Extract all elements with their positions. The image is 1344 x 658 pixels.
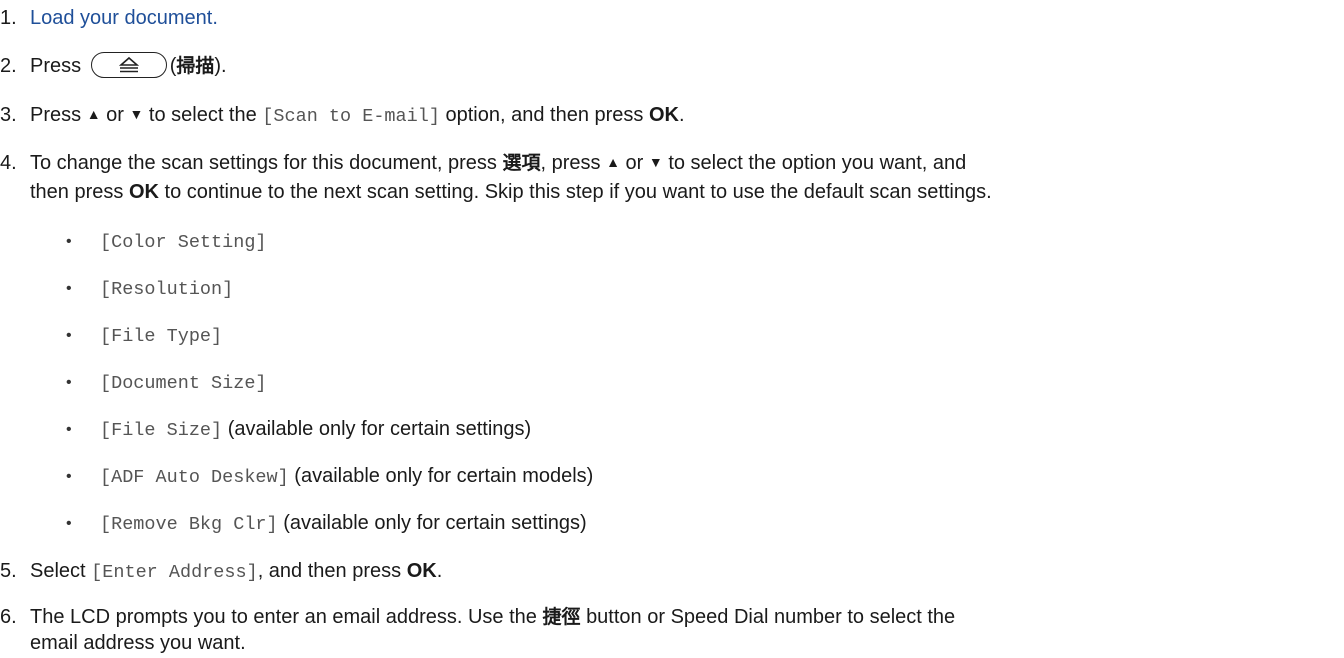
setting-code: [File Type] — [100, 326, 223, 347]
step-text: then press — [30, 181, 124, 203]
step-3: 3. Press ▲ or ▼ to select the [Scan to E-… — [0, 100, 685, 131]
options-label: 選項 — [502, 152, 541, 174]
scan-label: 掃描 — [176, 55, 215, 77]
down-arrow-icon: ▼ — [129, 106, 144, 122]
bullet-icon: • — [66, 515, 72, 532]
step-text: To change the scan settings for this doc… — [30, 152, 497, 174]
setting-note: (available only for certain settings) — [283, 512, 587, 534]
shortcut-label: 捷徑 — [542, 606, 581, 628]
bullet-item: • [Color Setting] — [66, 227, 267, 257]
step-text: , press — [540, 152, 601, 174]
enter-address-option: [Enter Address] — [91, 562, 258, 583]
ok-label: OK — [128, 181, 159, 203]
bullet-icon: • — [66, 280, 72, 297]
bullet-item: • [Remove Bkg Clr] (available only for ce… — [66, 509, 587, 539]
step-text: to select the — [148, 104, 257, 126]
setting-code: [Document Size] — [100, 373, 267, 394]
ok-label: OK — [406, 560, 437, 582]
setting-code: [Resolution] — [100, 279, 234, 300]
step-6: 6. The LCD prompts you to enter an email … — [0, 603, 955, 632]
step-text: Select — [30, 560, 86, 582]
bullet-icon: • — [66, 421, 72, 438]
step-5: 5. Select [Enter Address], and then press… — [0, 557, 442, 587]
step-text: or — [625, 152, 644, 174]
step-number: 3. — [0, 104, 17, 126]
scan-to-email-option: [Scan to E-mail] — [262, 106, 440, 127]
bullet-item: • [ADF Auto Deskew] (available only for c… — [66, 462, 593, 492]
step-number: 5. — [0, 560, 17, 582]
step-1: 1. Load your document. — [0, 4, 218, 33]
step-2: 2. Press (掃描). — [0, 52, 227, 81]
instructions-page: 1. Load your document. 2. Press (掃描). 3. Pr… — [0, 0, 1344, 657]
step-number: 2. — [0, 55, 17, 77]
step-number: 6. — [0, 606, 17, 628]
load-document-link[interactable]: Load your document. — [30, 7, 218, 29]
paren-close: ). — [214, 55, 227, 77]
step-number: 1. — [0, 7, 17, 29]
setting-code: [ADF Auto Deskew] — [100, 467, 289, 488]
step-4: 4. To change the scan settings for this d… — [0, 148, 966, 178]
period: . — [678, 104, 685, 126]
up-arrow-icon: ▲ — [86, 106, 101, 122]
setting-note: (available only for certain models) — [294, 465, 594, 487]
bullet-icon: • — [66, 374, 72, 391]
step-text: The LCD prompts you to enter an email ad… — [30, 606, 537, 628]
bullet-icon: • — [66, 468, 72, 485]
ok-label: OK — [648, 104, 679, 126]
setting-code: [Color Setting] — [100, 232, 267, 253]
step-text: , and then press — [257, 560, 402, 582]
step-number: 4. — [0, 152, 17, 174]
step-text: Press — [30, 55, 82, 77]
up-arrow-icon: ▲ — [606, 154, 620, 170]
scan-button-icon — [90, 52, 167, 78]
period: . — [436, 560, 443, 582]
bullet-item: • [Document Size] — [66, 368, 267, 398]
bullet-icon: • — [66, 233, 72, 250]
down-arrow-icon: ▼ — [648, 154, 663, 170]
step-text: option, and then press — [445, 104, 644, 126]
bullet-item: • [File Type] — [66, 321, 222, 351]
step-text: to continue to the next scan setting. Sk… — [164, 181, 992, 203]
bullet-item: • [Resolution] — [66, 274, 233, 304]
bullet-item: • [File Size] (available only for certain… — [66, 415, 531, 445]
step-text: to select the option you want, and — [668, 152, 967, 174]
setting-code: [File Size] — [100, 420, 223, 441]
setting-code: [Remove Bkg Clr] — [100, 514, 278, 535]
step-text: button or Speed Dial number to select th… — [586, 606, 956, 628]
bullet-icon: • — [66, 327, 72, 344]
step-text: Press — [30, 104, 82, 126]
setting-note: (available only for certain settings) — [227, 418, 532, 440]
step-6-line-2: email address you want. — [30, 629, 246, 658]
step-4-line-2: then press OK to continue to the next sc… — [30, 178, 992, 207]
step-text: email address you want. — [30, 632, 246, 654]
step-text: or — [106, 104, 124, 126]
